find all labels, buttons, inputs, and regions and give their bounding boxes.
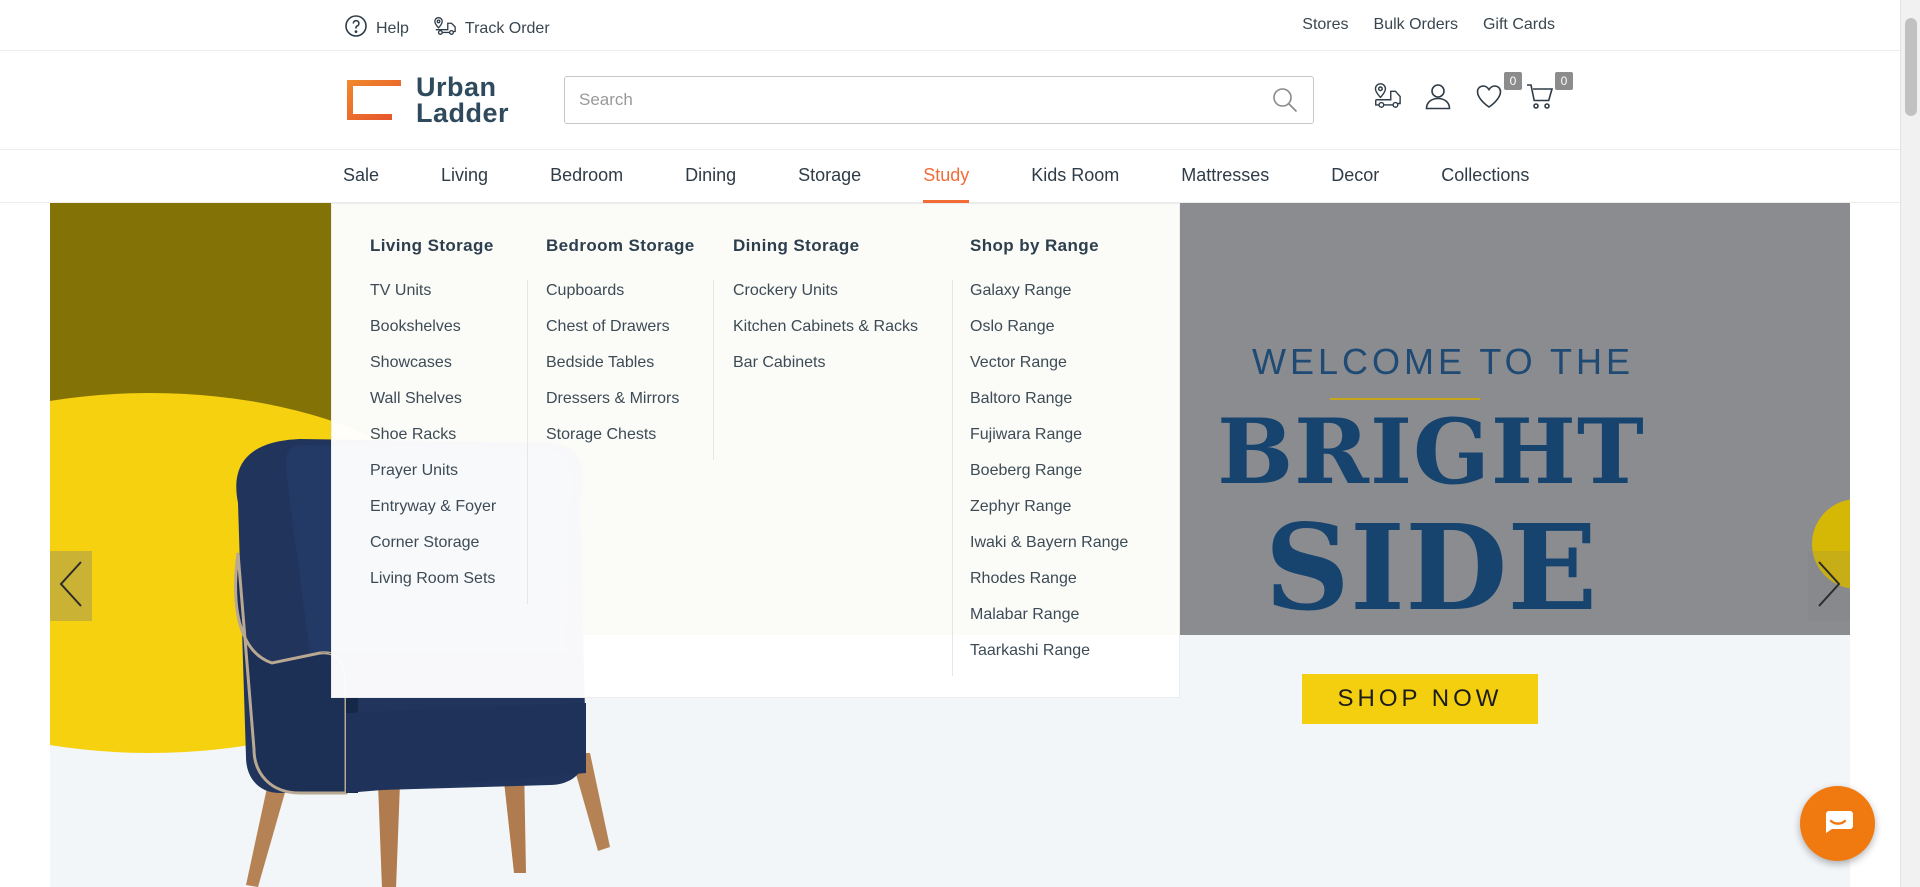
hero-headline-side: SIDE	[1264, 498, 1598, 637]
menu-item[interactable]: TV Units	[370, 281, 496, 317]
menu-item[interactable]: Kitchen Cabinets & Racks	[733, 317, 918, 353]
account-button[interactable]	[1421, 81, 1455, 115]
menu-item[interactable]: Galaxy Range	[970, 281, 1128, 317]
logo-mark-icon	[344, 77, 404, 123]
menu-item[interactable]: Fujiwara Range	[970, 425, 1128, 461]
nav-mattresses[interactable]: Mattresses	[1181, 150, 1269, 203]
menu-item[interactable]: Boeberg Range	[970, 461, 1128, 497]
logo-line-1: Urban	[416, 72, 497, 102]
utility-links-left: Help Track Order	[344, 14, 550, 43]
menu-item[interactable]: Shoe Racks	[370, 425, 496, 461]
menu-item[interactable]: Rhodes Range	[970, 569, 1128, 605]
site-header: Urban Ladder 0	[0, 51, 1900, 150]
shop-now-button[interactable]: SHOP NOW	[1302, 674, 1538, 724]
track-order-label: Track Order	[464, 19, 550, 37]
wishlist-count-badge: 0	[1504, 72, 1522, 90]
utility-links-right: Stores Bulk Orders Gift Cards	[1302, 16, 1555, 34]
nav-dining[interactable]: Dining	[685, 150, 736, 203]
menu-item[interactable]: Oslo Range	[970, 317, 1128, 353]
help-label: Help	[376, 19, 409, 37]
chat-launcher-button[interactable]	[1800, 786, 1875, 861]
account-icon	[1423, 81, 1453, 116]
menu-item[interactable]: Showcases	[370, 353, 496, 389]
nav-decor[interactable]: Decor	[1331, 150, 1379, 203]
cart-count-badge: 0	[1555, 72, 1573, 90]
gift-cards-link[interactable]: Gift Cards	[1483, 16, 1555, 34]
stores-link[interactable]: Stores	[1302, 16, 1348, 34]
menu-item[interactable]: Prayer Units	[370, 461, 496, 497]
menu-item[interactable]: Bedside Tables	[546, 353, 679, 389]
menu-item[interactable]: Baltoro Range	[970, 389, 1128, 425]
menu-item[interactable]: Storage Chests	[546, 425, 679, 461]
urban-ladder-logo[interactable]: Urban Ladder	[344, 72, 510, 128]
menu-heading[interactable]: Dining Storage	[733, 236, 860, 256]
hero-welcome-text: WELCOME TO THE	[1251, 341, 1635, 382]
menu-item[interactable]: Iwaki & Bayern Range	[970, 533, 1128, 569]
bulk-orders-link[interactable]: Bulk Orders	[1374, 16, 1458, 34]
menu-item[interactable]: Living Room Sets	[370, 569, 496, 605]
cart-icon	[1525, 81, 1555, 116]
search-icon[interactable]	[1271, 86, 1299, 114]
chevron-left-icon	[57, 559, 85, 614]
menu-item[interactable]: Entryway & Foyer	[370, 497, 496, 533]
logo-text: Urban Ladder	[416, 72, 510, 128]
menu-item[interactable]: Dressers & Mirrors	[546, 389, 679, 425]
header-action-icons: 0 0	[1370, 72, 1573, 116]
menu-heading[interactable]: Living Storage	[370, 236, 494, 256]
scrollbar-thumb[interactable]	[1905, 18, 1917, 116]
menu-column-divider	[527, 280, 528, 604]
nav-bedroom[interactable]: Bedroom	[550, 150, 623, 203]
menu-column-divider	[952, 280, 953, 676]
nav-living[interactable]: Living	[441, 150, 488, 203]
nav-collections[interactable]: Collections	[1441, 150, 1529, 203]
hero-headline-bright: BRIGHT	[1217, 399, 1645, 505]
menu-item[interactable]: Malabar Range	[970, 605, 1128, 641]
store-locator-icon	[1372, 81, 1402, 116]
search-input[interactable]	[565, 77, 1271, 123]
menu-item[interactable]: Zephyr Range	[970, 497, 1128, 533]
menu-column-divider	[713, 280, 714, 460]
menu-item[interactable]: Chest of Drawers	[546, 317, 679, 353]
nav-storage[interactable]: Storage	[798, 150, 861, 203]
truck-icon	[433, 14, 457, 43]
menu-heading[interactable]: Bedroom Storage	[546, 236, 695, 256]
nav-list: Sale Living Bedroom Dining Storage Study…	[343, 150, 1529, 203]
menu-item[interactable]: Corner Storage	[370, 533, 496, 569]
cart-button[interactable]: 0	[1523, 72, 1573, 116]
menu-item[interactable]: Wall Shelves	[370, 389, 496, 425]
help-icon	[344, 14, 368, 43]
menu-item[interactable]: Bookshelves	[370, 317, 496, 353]
chat-bubble-icon	[1822, 809, 1854, 838]
store-locator-button[interactable]	[1370, 81, 1404, 115]
study-mega-menu: Living Storage TV Units Bookshelves Show…	[331, 203, 1180, 698]
page-scrollbar[interactable]	[1900, 0, 1920, 887]
help-link[interactable]: Help	[344, 14, 409, 43]
menu-heading[interactable]: Shop by Range	[970, 236, 1099, 256]
logo-line-2: Ladder	[416, 98, 510, 128]
menu-item[interactable]: Cupboards	[546, 281, 679, 317]
chevron-right-icon	[1815, 559, 1843, 614]
nav-kids-room[interactable]: Kids Room	[1031, 150, 1119, 203]
nav-sale[interactable]: Sale	[343, 150, 379, 203]
search-bar	[564, 76, 1314, 124]
slider-prev-button[interactable]	[50, 551, 92, 621]
menu-item[interactable]: Bar Cabinets	[733, 353, 918, 389]
menu-item[interactable]: Taarkashi Range	[970, 641, 1128, 677]
nav-study[interactable]: Study	[923, 150, 970, 203]
menu-item[interactable]: Crockery Units	[733, 281, 918, 317]
track-order-link[interactable]: Track Order	[433, 14, 550, 43]
utility-bar: Help Track Order Stores Bulk Orders Gift…	[0, 0, 1900, 51]
wishlist-button[interactable]: 0	[1472, 72, 1522, 116]
slider-next-button[interactable]	[1808, 551, 1850, 621]
wishlist-icon	[1474, 81, 1504, 116]
menu-item[interactable]: Vector Range	[970, 353, 1128, 389]
main-navigation: Sale Living Bedroom Dining Storage Study…	[0, 150, 1900, 203]
